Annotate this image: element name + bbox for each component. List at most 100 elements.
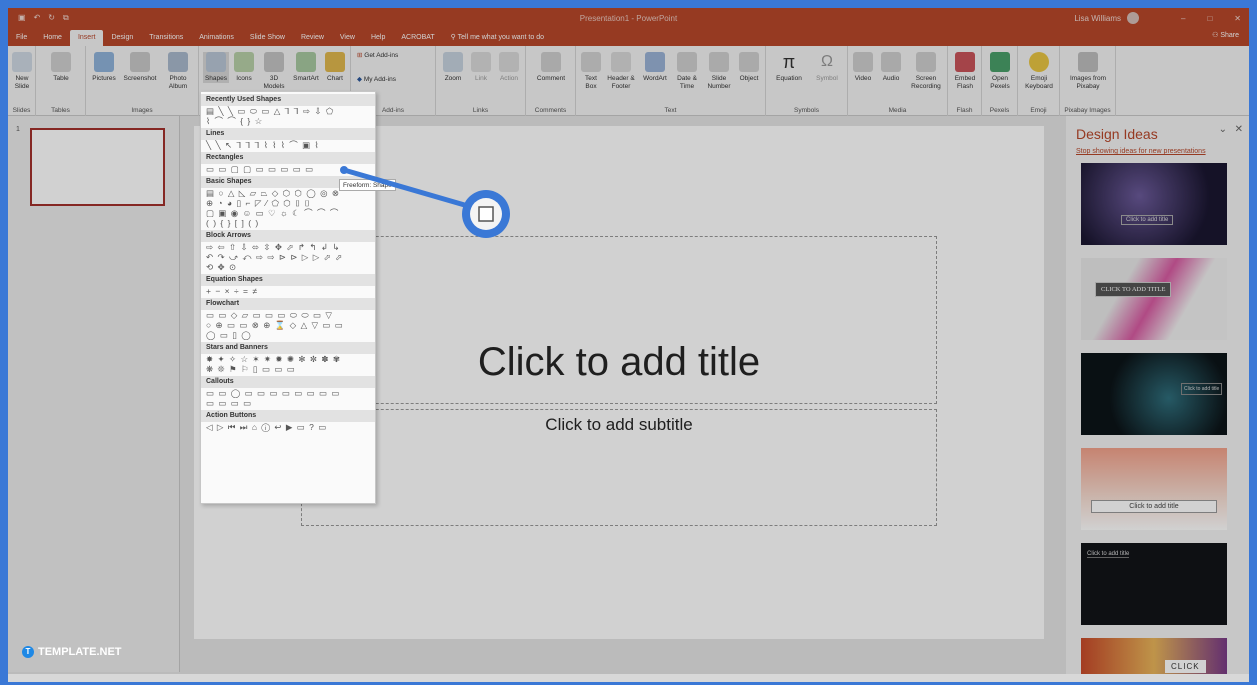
shape-row[interactable]: ▤ ╲ ╲ ▭ ⬭ ▭ △ ⅂ ⅂ ⇨ ⇩ ⬠ [201, 106, 375, 116]
design-idea-2[interactable]: CLICK TO ADD TITLE [1081, 258, 1227, 340]
link-button[interactable]: Link [468, 52, 494, 83]
photo-album-button[interactable]: Photo Album [162, 52, 194, 91]
shapes-button[interactable]: Shapes [203, 52, 229, 83]
tab-home[interactable]: Home [35, 30, 70, 46]
design-idea-4[interactable]: Click to add title [1081, 448, 1227, 530]
document-title: Presentation1 - PowerPoint [579, 13, 678, 23]
pixabay-button[interactable]: Images from Pixabay [1062, 52, 1114, 91]
shape-row[interactable]: ◯ ▭ ▯ ◯ [201, 330, 375, 340]
tell-me-input[interactable]: ⚲ Tell me what you want to do [443, 30, 552, 46]
shape-row[interactable]: ▭ ▭ ▭ ▭ [201, 398, 375, 408]
wordart-icon [645, 52, 665, 72]
shape-row[interactable]: ╲ ╲ ↖ ⅂ ⅂ ⅂ ⌇ ⌇ ⌇ ⌒ ▣ ⌇ [201, 140, 375, 150]
tab-view[interactable]: View [332, 30, 363, 46]
embed-flash-button[interactable]: Embed Flash [950, 52, 980, 91]
present-icon[interactable]: ⧉ [63, 13, 69, 23]
shape-row[interactable]: ⊕ ◔ ◕ ▯ ⌐ ◸ ⁄ ⬠ ⬡ ⌷ ⌷ [201, 198, 375, 208]
design-idea-6[interactable]: CLICK [1081, 638, 1227, 678]
tab-slide-show[interactable]: Slide Show [242, 30, 293, 46]
zoom-icon [443, 52, 463, 72]
tab-animations[interactable]: Animations [191, 30, 242, 46]
3d-models-button[interactable]: 3D Models [259, 52, 289, 91]
calendar-icon [677, 52, 697, 72]
stop-showing-ideas-link[interactable]: Stop showing ideas for new presentations [1076, 148, 1206, 155]
avatar[interactable] [1127, 12, 1139, 24]
date-time-button[interactable]: Date & Time [672, 52, 702, 91]
get-add-ins-button[interactable]: ⊞ Get Add-ins [357, 52, 433, 60]
tab-file[interactable]: File [8, 30, 35, 46]
my-add-ins-button[interactable]: ◆ My Add-ins [357, 76, 433, 84]
shape-row[interactable]: ( ) { } [ ] ( ) [201, 218, 375, 228]
slide-number-button[interactable]: Slide Number [704, 52, 734, 91]
zoom-button[interactable]: Zoom [440, 52, 466, 83]
close-icon[interactable]: ✕ [1234, 14, 1241, 23]
maximize-icon[interactable]: □ [1207, 14, 1212, 23]
shape-row[interactable]: ↶ ↷ ⤻ ⤺ ⇨ ⇨ ⊳ ⊳ ▷ ▷ ⬀ ⬀ [201, 252, 375, 262]
shape-row[interactable]: ⟲ ✥ ⊙ [201, 262, 375, 272]
tab-help[interactable]: Help [363, 30, 393, 46]
shape-tooltip: Freeform: Shape [339, 179, 396, 191]
tab-design[interactable]: Design [103, 30, 141, 46]
action-button[interactable]: Action [496, 52, 522, 83]
chart-button[interactable]: Chart [323, 52, 347, 83]
smartart-button[interactable]: SmartArt [291, 52, 321, 83]
shape-row[interactable]: ◁ ▷ ⏮ ⏭ ⌂ ⓘ ↩ ▶ ▭ ? ▭ [201, 422, 375, 432]
tab-acrobat[interactable]: ACROBAT [393, 30, 442, 46]
shape-row[interactable]: ▢ ▣ ◉ ☺ ▭ ♡ ☼ ☾ ⌒ ⌒ ⌒ [201, 208, 375, 218]
equation-button[interactable]: π Equation [770, 52, 808, 83]
text-box-button[interactable]: Text Box [580, 52, 602, 91]
section-header: Stars and Banners [201, 342, 375, 354]
design-idea-title: Click to add title [1091, 500, 1217, 513]
share-button[interactable]: ⚇ Share [1212, 31, 1239, 39]
symbol-button[interactable]: Ω Symbol [810, 52, 844, 83]
subtitle-placeholder[interactable]: Click to add subtitle [301, 409, 937, 526]
shape-row[interactable]: ▭ ▭ ◯ ▭ ▭ ▭ ▭ ▭ ▭ ▭ ▭ [201, 388, 375, 398]
header-footer-button[interactable]: Header & Footer [604, 52, 638, 91]
new-slide-button[interactable]: New Slide [10, 52, 34, 91]
screen-recording-button[interactable]: Screen Recording [906, 52, 946, 91]
emoji-keyboard-button[interactable]: Emoji Keyboard [1020, 52, 1058, 91]
icons-button[interactable]: Icons [233, 52, 255, 83]
design-idea-5[interactable]: Click to add title [1081, 543, 1227, 625]
design-idea-1[interactable]: Click to add title [1081, 163, 1227, 245]
save-icon[interactable]: ▣ [18, 13, 26, 23]
comment-button[interactable]: Comment [532, 52, 570, 83]
title-placeholder[interactable]: Click to add title [301, 236, 937, 404]
shape-row[interactable]: ▭ ▭ ◇ ▱ ▭ ▭ ▭ ⬭ ⬭ ▭ ▽ [201, 310, 375, 320]
table-button[interactable]: Table [48, 52, 74, 83]
design-idea-3[interactable]: Click to add title [1081, 353, 1227, 435]
close-icon[interactable]: ✕ [1235, 124, 1243, 135]
wordart-button[interactable]: WordArt [640, 52, 670, 83]
shape-row[interactable]: ○ ⊕ ▭ ▭ ⊗ ⊕ ⌛ ◇ △ ▽ ▭ ▭ [201, 320, 375, 330]
tab-review[interactable]: Review [293, 30, 332, 46]
shape-row[interactable]: ▭ ▭ ▢ ▢ ▭ ▭ ▭ ▭ ▭ [201, 164, 375, 174]
pictures-button[interactable]: Pictures [90, 52, 118, 83]
screenshot-button[interactable]: Screenshot [122, 52, 158, 83]
shape-row[interactable]: ✸ ✦ ✧ ☆ ✶ ✷ ✹ ✺ ✻ ✼ ✽ ✾ [201, 354, 375, 364]
shape-row[interactable]: + − × ÷ = ≠ [201, 286, 375, 296]
open-pexels-button[interactable]: Open Pexels [986, 52, 1014, 91]
video-label: Video [854, 75, 872, 82]
account[interactable]: Lisa Williams [1074, 12, 1139, 24]
date-time-label: Date & Time [677, 75, 697, 90]
section-header: Flowchart [201, 298, 375, 310]
tab-transitions[interactable]: Transitions [141, 30, 191, 46]
audio-button[interactable]: Audio [878, 52, 904, 83]
new-slide-label: New Slide [14, 75, 30, 90]
smartart-label: SmartArt [293, 75, 319, 82]
speaker-icon [881, 52, 901, 72]
object-button[interactable]: Object [736, 52, 762, 83]
redo-icon[interactable]: ↻ [48, 13, 55, 23]
undo-icon[interactable]: ↶ [34, 13, 41, 23]
shape-row[interactable]: ❋ ❊ ⚑ ⚐ ▯ ▭ ▭ ▭ [201, 364, 375, 374]
tab-insert[interactable]: Insert [69, 30, 104, 46]
wordart-label: WordArt [643, 75, 667, 82]
shape-row[interactable]: ⇨ ⇦ ⇧ ⇩ ⬄ ⇳ ✥ ⬀ ↱ ↰ ↲ ↳ [201, 242, 375, 252]
chevron-down-icon[interactable]: ⌄ [1219, 124, 1227, 135]
shape-row[interactable]: ⌇ ⌒ ⌒ { } ☆ [201, 116, 375, 126]
open-pexels-label: Open Pexels [990, 75, 1010, 90]
video-button[interactable]: Video [850, 52, 876, 83]
slide-thumbnail[interactable] [30, 128, 165, 206]
group-flash: Embed Flash Flash [948, 46, 982, 116]
minimize-icon[interactable]: – [1181, 14, 1185, 23]
